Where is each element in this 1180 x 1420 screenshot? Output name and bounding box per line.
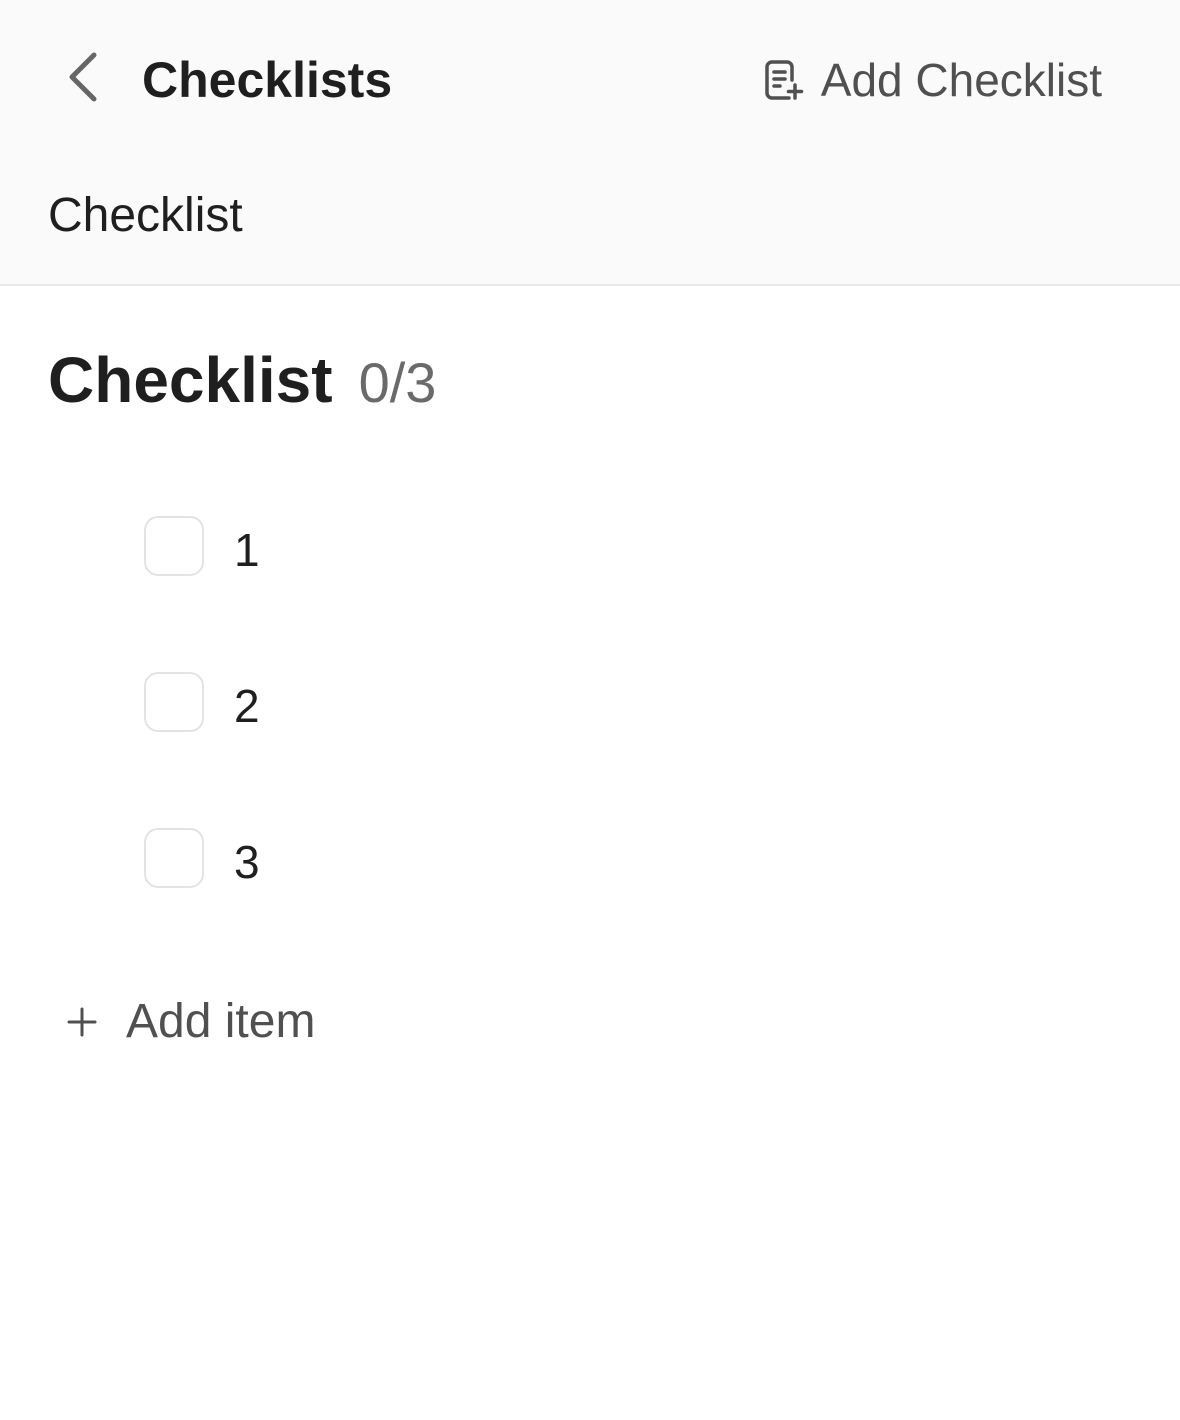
add-item-button[interactable]: Add item: [62, 990, 315, 1054]
checklist-progress: 0/3: [358, 351, 437, 414]
checklist-item: 1: [144, 516, 1044, 672]
checklist-header: Checklist 0/3: [48, 340, 436, 423]
checklist-items: 1 2 3: [144, 516, 1044, 984]
add-item-label: Add item: [126, 995, 316, 1048]
checklist-item: 2: [144, 672, 1044, 828]
item-checkbox[interactable]: [144, 516, 204, 576]
chevron-left-icon: [69, 52, 97, 102]
item-checkbox[interactable]: [144, 672, 204, 732]
checklist-title: Checklist: [48, 344, 333, 416]
add-checklist-label: Add Checklist: [820, 54, 1102, 106]
checklist-item: 3: [144, 828, 1044, 984]
item-checkbox[interactable]: [144, 828, 204, 888]
document-plus-icon: [761, 57, 807, 103]
item-label[interactable]: 1: [234, 520, 260, 580]
checklist-section-tab[interactable]: Checklist: [48, 186, 243, 246]
plus-icon: [62, 1002, 102, 1042]
top-bar: Checklists Add Checklist Checklist: [0, 0, 1180, 286]
item-label[interactable]: 2: [234, 676, 260, 736]
back-button[interactable]: [52, 44, 112, 110]
item-label[interactable]: 3: [234, 832, 260, 892]
add-checklist-button[interactable]: Add Checklist: [761, 50, 1102, 110]
page-title: Checklists: [142, 52, 393, 108]
